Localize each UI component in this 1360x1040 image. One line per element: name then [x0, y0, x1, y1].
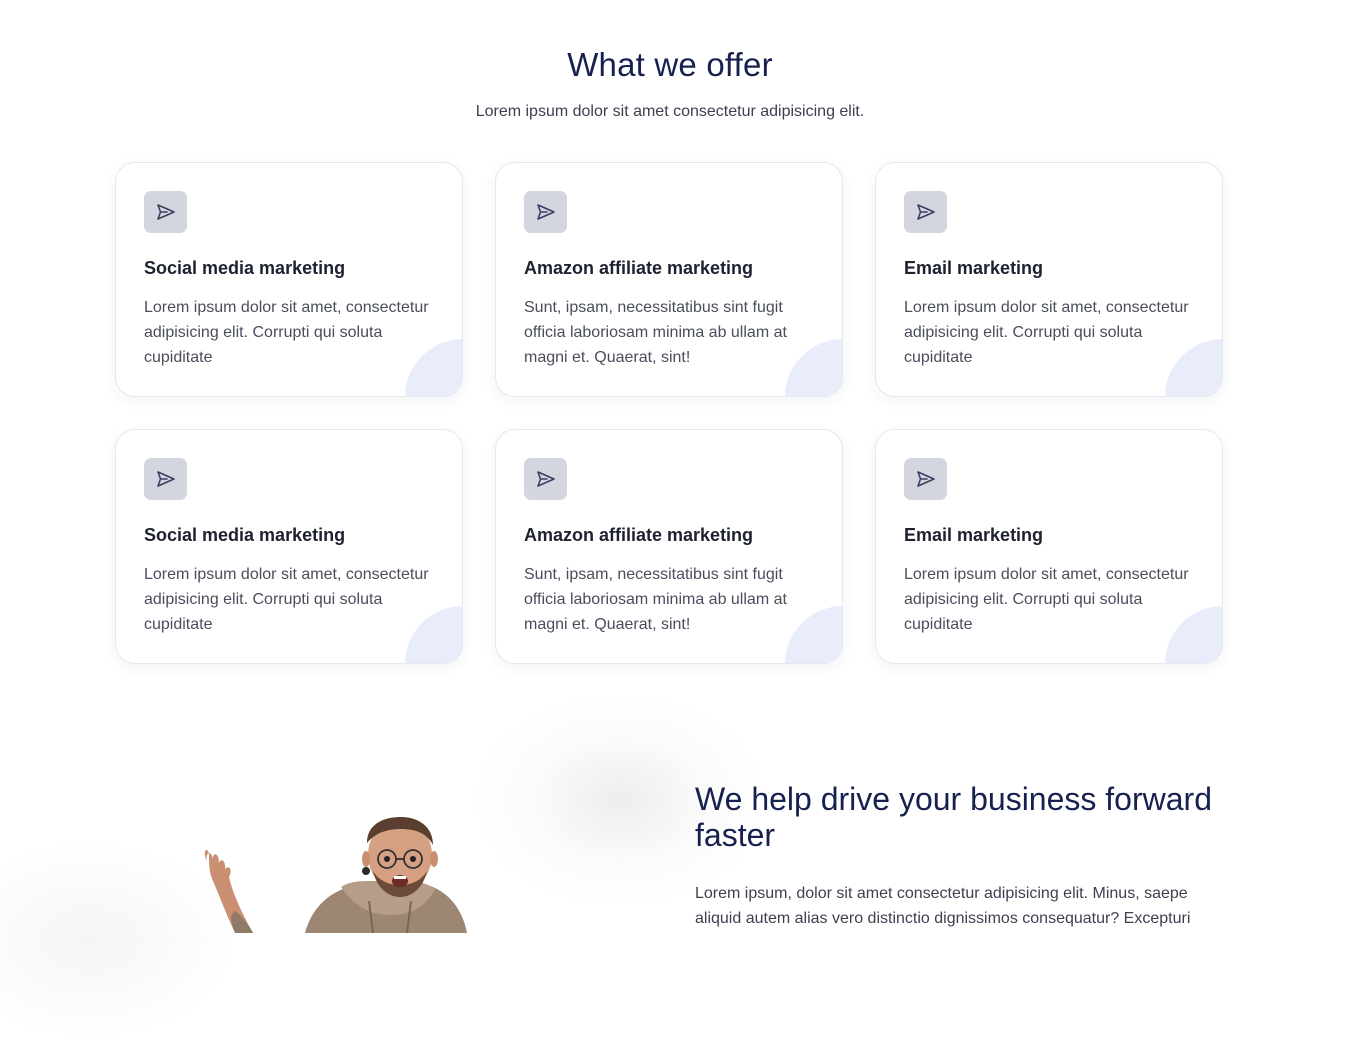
service-card-title: Amazon affiliate marketing: [524, 258, 754, 278]
service-card[interactable]: Email marketing Lorem ipsum dolor sit am…: [875, 162, 1223, 397]
send-icon: [144, 458, 187, 500]
service-card-title: Social media marketing: [144, 258, 346, 278]
service-card[interactable]: Amazon affiliate marketing Sunt, ipsam, …: [495, 429, 843, 664]
service-card-text: Lorem ipsum dolor sit amet, consectetur …: [904, 566, 1189, 633]
service-card-text: Sunt, ipsam, necessitatibus sint fugit o…: [524, 566, 787, 633]
service-card-text: Lorem ipsum dolor sit amet, consectetur …: [904, 299, 1189, 366]
help-section-title: We help drive your business forward fast…: [695, 781, 1212, 853]
send-icon: [524, 191, 567, 233]
service-card-title: Social media marketing: [144, 525, 346, 545]
surprised-man-image: [204, 817, 467, 933]
send-icon: [144, 191, 187, 233]
service-card-title: Email marketing: [904, 258, 1044, 278]
send-icon: [904, 191, 947, 233]
service-card[interactable]: Email marketing Lorem ipsum dolor sit am…: [875, 429, 1223, 664]
help-section-text: Lorem ipsum, dolor sit amet consectetur …: [695, 885, 1191, 927]
service-card[interactable]: Amazon affiliate marketing Sunt, ipsam, …: [495, 162, 843, 397]
service-card-text: Lorem ipsum dolor sit amet, consectetur …: [144, 299, 429, 366]
service-card[interactable]: Social media marketing Lorem ipsum dolor…: [115, 162, 463, 397]
service-card[interactable]: Social media marketing Lorem ipsum dolor…: [115, 429, 463, 664]
offer-section-subtitle: Lorem ipsum dolor sit amet consectetur a…: [475, 103, 865, 120]
service-card-text: Sunt, ipsam, necessitatibus sint fugit o…: [524, 299, 787, 366]
send-icon: [904, 458, 947, 500]
service-card-title: Email marketing: [904, 525, 1044, 545]
service-card-text: Lorem ipsum dolor sit amet, consectetur …: [144, 566, 429, 633]
offer-section-title: What we offer: [567, 46, 773, 83]
service-card-title: Amazon affiliate marketing: [524, 525, 754, 545]
send-icon: [524, 458, 567, 500]
